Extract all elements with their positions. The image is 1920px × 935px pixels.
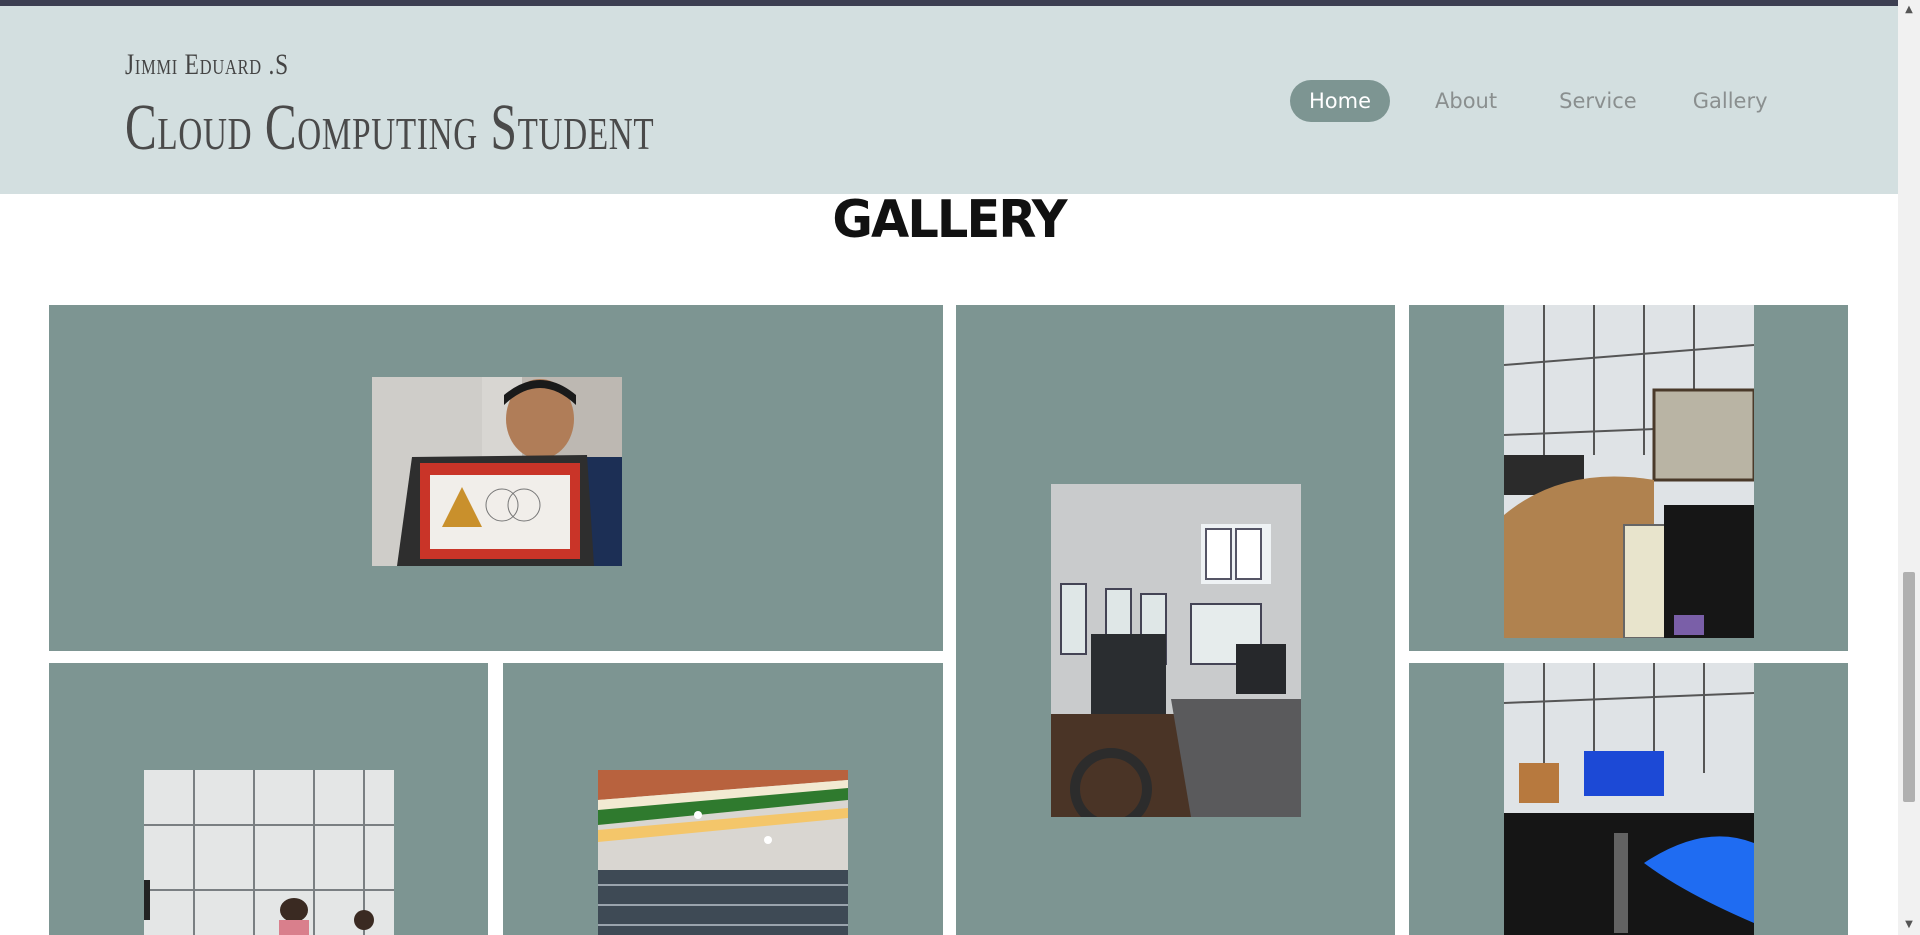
gallery-photo-library[interactable] [598, 770, 848, 935]
gallery-heading: GALLERY [832, 190, 1067, 250]
gallery-tile[interactable] [49, 663, 488, 935]
scroll-up-arrow-icon[interactable]: ▲ [1898, 2, 1920, 18]
vertical-scrollbar[interactable]: ▲ ▼ [1898, 0, 1920, 935]
gallery-tile[interactable] [956, 305, 1395, 935]
gallery-photo-lab-projector[interactable] [1504, 663, 1754, 935]
nav-home-link[interactable]: Home [1290, 80, 1391, 122]
nav-gallery-link[interactable]: Gallery [1674, 80, 1787, 122]
gallery-photo-classroom[interactable] [144, 770, 394, 935]
gallery-photo-student-laptop[interactable] [372, 377, 622, 566]
gallery-tile[interactable] [1409, 663, 1848, 935]
brand-subtitle: Jimmi Eduard .S [125, 48, 289, 81]
scrollbar-thumb[interactable] [1903, 572, 1915, 802]
gallery-tile[interactable] [49, 305, 943, 651]
brand-title: Cloud Computing Student [125, 91, 655, 164]
gallery-photo-computer-lab[interactable] [1051, 484, 1301, 817]
gallery-tile[interactable] [1409, 305, 1848, 651]
main-nav: Home About Service Gallery [1290, 80, 1787, 122]
gallery-tile[interactable] [503, 663, 943, 935]
gallery-photo-lab-cubicle[interactable] [1504, 305, 1754, 638]
scroll-down-arrow-icon[interactable]: ▼ [1898, 917, 1920, 933]
site-header: Jimmi Eduard .S Cloud Computing Student … [0, 6, 1898, 194]
nav-about-link[interactable]: About [1416, 80, 1516, 122]
nav-service-link[interactable]: Service [1540, 80, 1656, 122]
